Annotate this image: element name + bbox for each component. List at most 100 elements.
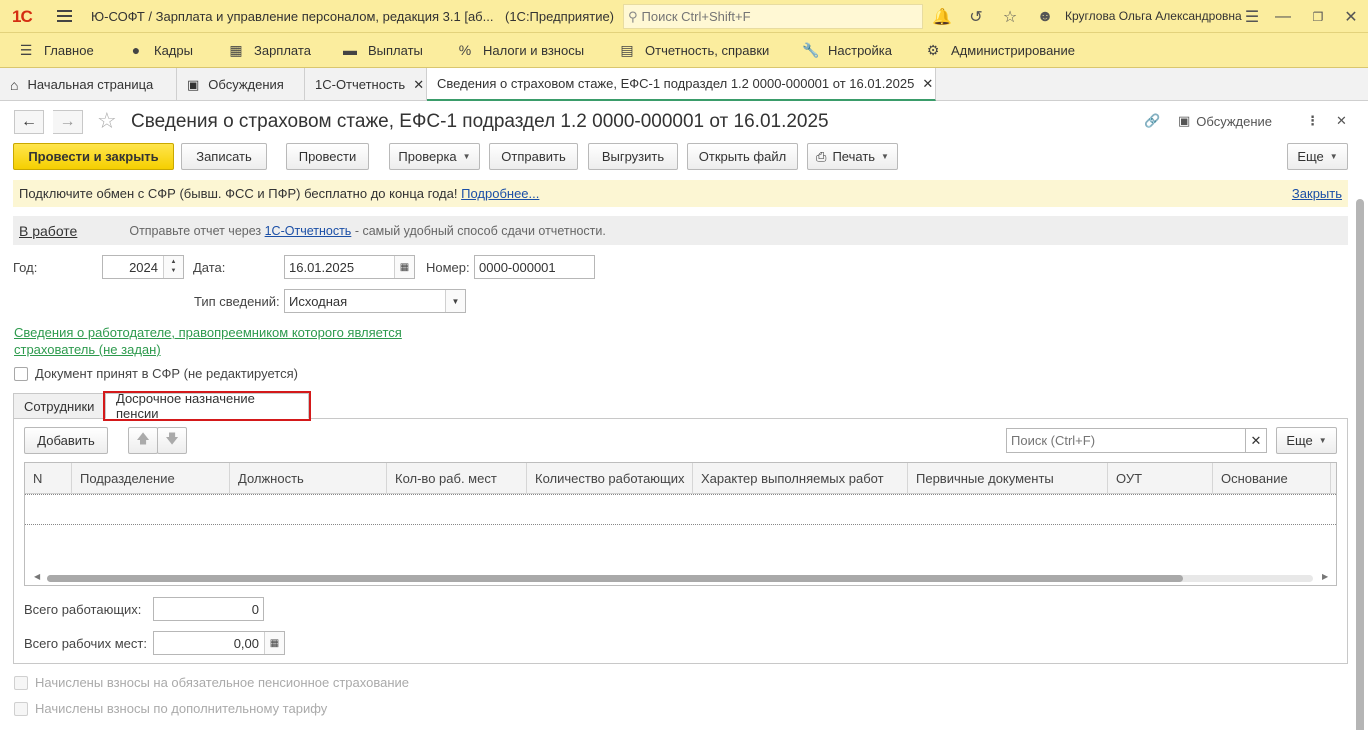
send-button[interactable]: Отправить [489, 143, 578, 170]
menu-item-taxes[interactable]: % Налоги и взносы [457, 42, 584, 58]
banner-close-link[interactable]: Закрыть [1292, 186, 1342, 201]
bell-icon[interactable]: 🔔 [932, 7, 952, 27]
table-header: N Подразделение Должность Кол-во раб. ме… [25, 463, 1336, 494]
chat-icon: ▣ [187, 76, 200, 92]
close-tab-icon[interactable]: ✕ [413, 77, 424, 93]
tab-home[interactable]: ⌂ Начальная страница [0, 68, 177, 101]
tab-label: Сотрудники [24, 398, 95, 414]
1c-reporting-link[interactable]: 1С-Отчетность [265, 224, 352, 238]
year-field[interactable]: 2024 ▲ ▼ [102, 255, 184, 279]
post-button[interactable]: Провести [286, 143, 369, 170]
tab-efs1-document[interactable]: Сведения о страховом стаже, ЕФС-1 подраз… [427, 68, 936, 101]
user-icon[interactable]: ☻ [1035, 7, 1055, 27]
column-header-division[interactable]: Подразделение [72, 463, 230, 494]
main-menu: ☰ Главное ● Кадры ▦ Зарплата ▬ Выплаты % Нало… [0, 33, 1368, 68]
open-file-button[interactable]: Открыть файл [687, 143, 798, 170]
tab-discussions[interactable]: ▣ Обсуждения [177, 68, 305, 101]
clear-search-icon[interactable]: ✕ [1245, 428, 1267, 453]
column-header-position[interactable]: Должность [230, 463, 387, 494]
year-spin-icon[interactable]: ▲ ▼ [163, 256, 183, 278]
dropdown-caret-icon: ▼ [1318, 436, 1327, 445]
menu-item-settings[interactable]: 🔧 Настройка [802, 42, 892, 59]
number-field[interactable]: 0000-000001 [474, 255, 595, 279]
tab-label: Сведения о страховом стаже, ЕФС-1 подраз… [437, 76, 915, 91]
employer-successor-link[interactable]: Сведения о работодателе, правопреемником… [14, 324, 414, 358]
menu-item-main[interactable]: ☰ Главное [18, 42, 94, 59]
date-field[interactable]: 16.01.2025 ▦ [284, 255, 415, 279]
close-form-icon[interactable]: ✕ [1336, 113, 1347, 129]
print-button[interactable]: ⎙ Печать ▼ [807, 143, 898, 170]
history-icon[interactable]: ↺ [966, 7, 986, 27]
menu-item-admin[interactable]: ⚙ Администрирование [925, 42, 1075, 59]
move-up-button[interactable]: 🡅 [128, 427, 158, 454]
close-tab-icon[interactable]: ✕ [922, 76, 933, 92]
scroll-right-icon[interactable]: ▶ [1322, 572, 1328, 581]
form-vertical-scrollbar[interactable] [1355, 103, 1366, 730]
forward-button[interactable]: → [53, 110, 83, 134]
discussion-button[interactable]: ▣ Обсуждение [1178, 113, 1272, 129]
check-button[interactable]: Проверка ▼ [389, 143, 480, 170]
burger-menu-icon[interactable] [57, 10, 72, 22]
menu-item-payments[interactable]: ▬ Выплаты [342, 42, 423, 58]
table-horizontal-scrollbar[interactable]: ◀ ▶ [25, 571, 1336, 585]
favorite-star-icon[interactable]: ☆ [97, 108, 117, 134]
move-down-button[interactable]: 🡇 [157, 427, 187, 454]
favorites-star-icon[interactable]: ☆ [1000, 7, 1020, 27]
menu-item-label: Администрирование [951, 43, 1075, 58]
add-row-button[interactable]: Добавить [24, 427, 108, 454]
percent-icon: % [458, 42, 472, 58]
tab-employees[interactable]: Сотрудники [13, 393, 104, 419]
table-row[interactable] [25, 494, 1336, 525]
dropdown-caret-icon: ▼ [462, 152, 471, 161]
banner-more-link[interactable]: Подробнее... [461, 186, 539, 201]
back-button[interactable]: ← [14, 110, 44, 134]
minimize-icon[interactable]: — [1273, 7, 1293, 27]
menu-item-label: Главное [44, 43, 94, 58]
checkbox-box[interactable] [14, 366, 28, 381]
banner-text: Подключите обмен с СФР (бывш. ФСС и ПФР)… [19, 186, 458, 201]
pension-contributions-label: Начислены взносы на обязательное пенсион… [35, 675, 410, 690]
post-and-close-button[interactable]: Провести и закрыть [13, 143, 174, 170]
table-more-button[interactable]: Еще ▼ [1276, 427, 1337, 454]
more-vertical-icon[interactable]: ⋮ [1306, 113, 1319, 129]
table-search-field[interactable] [1006, 428, 1247, 453]
dropdown-caret-icon: ▼ [1329, 152, 1338, 161]
restore-icon[interactable]: ❐ [1308, 7, 1328, 27]
close-window-icon[interactable]: ✕ [1341, 7, 1361, 27]
column-header-primary-docs[interactable]: Первичные документы [908, 463, 1108, 494]
menu-item-reports[interactable]: ▤ Отчетность, справки [619, 42, 769, 59]
total-places-label: Всего рабочих мест: [24, 636, 147, 651]
column-header-n[interactable]: N [25, 463, 72, 494]
export-button[interactable]: Выгрузить [588, 143, 678, 170]
column-header-workplaces[interactable]: Кол-во раб. мест [387, 463, 527, 494]
tab-label: Досрочное назначение пенсии [116, 391, 255, 421]
discussion-label: Обсуждение [1196, 113, 1273, 129]
user-name[interactable]: Круглова Ольга Александровна [1065, 9, 1242, 23]
tab-1c-reporting[interactable]: 1С-Отчетность ✕ [305, 68, 427, 101]
settings-lines-icon[interactable]: ☰ [1242, 7, 1262, 27]
calculator-icon: ▦ [229, 42, 243, 58]
accepted-checkbox[interactable]: Документ принят в СФР (не редактируется) [14, 366, 298, 381]
menu-item-salary[interactable]: ▦ Зарплата [228, 42, 311, 59]
global-search-input[interactable] [641, 9, 912, 24]
column-header-basis[interactable]: Основание [1213, 463, 1331, 494]
link-icon[interactable]: 🔗 [1144, 113, 1160, 129]
more-button[interactable]: Еще ▼ [1287, 143, 1348, 170]
type-select[interactable]: Исходная ▼ [284, 289, 466, 313]
checkbox-box [14, 701, 28, 716]
scroll-thumb[interactable] [1356, 199, 1364, 730]
calculator-icon[interactable]: ▦ [264, 632, 284, 654]
scroll-thumb[interactable] [47, 575, 1183, 582]
tab-early-pension[interactable]: Досрочное назначение пенсии [103, 391, 311, 421]
menu-item-hr[interactable]: ● Кадры [128, 42, 193, 58]
dropdown-caret-icon[interactable]: ▼ [445, 290, 465, 312]
save-button[interactable]: Записать [181, 143, 267, 170]
column-header-work-nature[interactable]: Характер выполняемых работ [693, 463, 908, 494]
calendar-icon[interactable]: ▦ [394, 256, 414, 278]
global-search[interactable]: ⚲ [623, 4, 923, 29]
table-search-input[interactable] [1011, 433, 1241, 448]
document-state-link[interactable]: В работе [19, 223, 77, 239]
scroll-left-icon[interactable]: ◀ [34, 572, 40, 581]
column-header-workers[interactable]: Количество работающих [527, 463, 693, 494]
column-header-out[interactable]: ОУТ [1108, 463, 1213, 494]
